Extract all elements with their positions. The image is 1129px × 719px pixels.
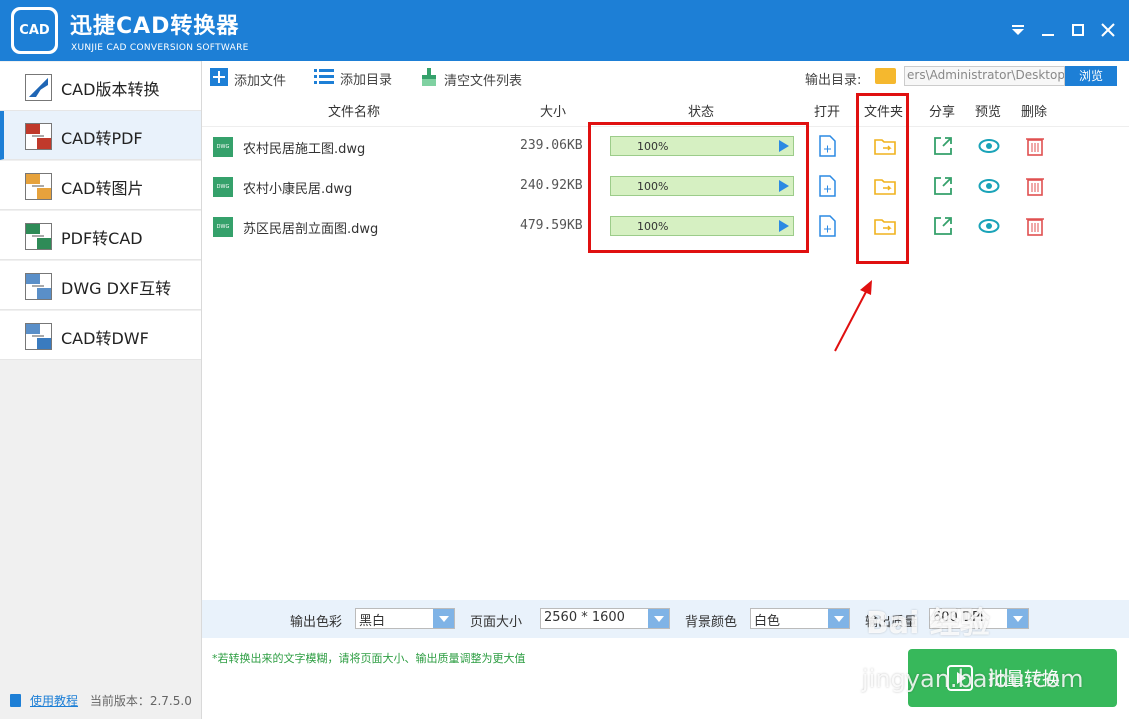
broom-icon bbox=[420, 68, 438, 90]
dwg-file-icon: DWG bbox=[213, 177, 233, 197]
status-highlight-box bbox=[588, 122, 809, 253]
dwg-dxf-icon bbox=[25, 273, 52, 300]
color-value: 黑白 bbox=[359, 614, 386, 629]
dwg-file-icon: DWG bbox=[213, 137, 233, 157]
file-size: 240.92KB bbox=[520, 178, 583, 193]
watermark-url: jingyan.baidu.com bbox=[862, 665, 1084, 693]
hint-text: *若转换出来的文字模糊，请将页面大小、输出质量调整为更大值 bbox=[212, 652, 526, 665]
plus-icon bbox=[210, 68, 228, 90]
chevron-down-icon bbox=[828, 609, 849, 628]
folder-icon[interactable] bbox=[875, 68, 896, 84]
chevron-down-icon bbox=[433, 609, 454, 628]
sidebar-item-cad-version[interactable]: CAD版本转换 bbox=[0, 62, 201, 111]
output-dir-label: 输出目录: bbox=[805, 73, 862, 88]
sidebar-item-pdf-to-cad[interactable]: PDF转CAD bbox=[0, 211, 201, 260]
page-size-value: 2560 * 1600 bbox=[544, 610, 625, 625]
menu-dropdown-icon[interactable] bbox=[1008, 20, 1028, 40]
toolbar: 添加文件 添加目录 清空文件列表 输出目录: ers\Administrator… bbox=[202, 61, 1129, 91]
header-preview: 预览 bbox=[975, 105, 1002, 120]
color-label: 输出色彩 bbox=[290, 615, 343, 630]
preview-eye-icon[interactable] bbox=[978, 135, 1000, 157]
clear-list-button[interactable]: 清空文件列表 bbox=[420, 68, 522, 90]
header-delete: 删除 bbox=[1021, 105, 1048, 120]
header-open: 打开 bbox=[814, 105, 841, 120]
file-name: 农村民居施工图.dwg bbox=[243, 142, 366, 157]
sidebar-item-label: CAD转PDF bbox=[61, 129, 143, 148]
bg-color-label: 背景颜色 bbox=[685, 615, 738, 630]
sidebar-item-cad-to-image[interactable]: CAD转图片 bbox=[0, 161, 201, 210]
sidebar-item-cad-to-dwf[interactable]: CAD转DWF bbox=[0, 311, 201, 360]
header-share: 分享 bbox=[929, 105, 956, 120]
chevron-down-icon bbox=[648, 609, 669, 628]
app-logo: CAD bbox=[11, 7, 58, 54]
file-name: 苏区民居剖立面图.dwg bbox=[243, 222, 379, 237]
sidebar-item-cad-to-pdf[interactable]: CAD转PDF bbox=[0, 111, 201, 160]
dwg-file-icon: DWG bbox=[213, 217, 233, 237]
chevron-down-icon bbox=[1007, 609, 1028, 628]
close-icon[interactable] bbox=[1098, 20, 1118, 40]
tutorial-link[interactable]: 使用教程 bbox=[30, 694, 78, 708]
add-file-button[interactable]: 添加文件 bbox=[210, 68, 286, 90]
maximize-icon[interactable] bbox=[1068, 20, 1088, 40]
cad-to-pdf-icon bbox=[25, 123, 52, 150]
logo-text: CAD bbox=[14, 10, 55, 51]
header-size: 大小 bbox=[540, 105, 567, 120]
output-path-field[interactable]: ers\Administrator\Desktop bbox=[904, 66, 1065, 86]
app-title: 迅捷CAD转换器 bbox=[70, 14, 240, 39]
cad-to-dwf-icon bbox=[25, 323, 52, 350]
open-file-icon[interactable] bbox=[816, 215, 838, 237]
delete-trash-icon[interactable] bbox=[1024, 215, 1046, 237]
minimize-icon[interactable] bbox=[1038, 20, 1058, 40]
share-icon[interactable] bbox=[932, 175, 954, 197]
file-name: 农村小康民居.dwg bbox=[243, 182, 353, 197]
share-icon[interactable] bbox=[932, 215, 954, 237]
add-directory-label: 添加目录 bbox=[340, 72, 393, 88]
page-size-label: 页面大小 bbox=[470, 615, 523, 630]
open-file-icon[interactable] bbox=[816, 135, 838, 157]
sidebar-item-label: PDF转CAD bbox=[61, 229, 143, 248]
bg-color-value: 白色 bbox=[754, 614, 781, 629]
sidebar-item-label: CAD版本转换 bbox=[61, 80, 160, 99]
pdf-to-cad-icon bbox=[25, 223, 52, 250]
title-bar: CAD 迅捷CAD转换器 XUNJIE CAD CONVERSION SOFTW… bbox=[0, 0, 1129, 61]
header-status: 状态 bbox=[688, 105, 715, 120]
file-size: 239.06KB bbox=[520, 138, 583, 153]
sidebar-footer: 使用教程 当前版本：2.7.5.0 bbox=[10, 692, 192, 709]
watermark-logo: Bai 经验 bbox=[866, 606, 990, 641]
cad-to-image-icon bbox=[25, 173, 52, 200]
add-file-label: 添加文件 bbox=[234, 73, 287, 89]
sidebar-item-dwg-dxf[interactable]: DWG DXF互转 bbox=[0, 261, 201, 310]
page-size-select[interactable]: 2560 * 1600 bbox=[540, 608, 670, 629]
preview-eye-icon[interactable] bbox=[978, 175, 1000, 197]
sidebar-item-label: CAD转图片 bbox=[61, 179, 144, 198]
delete-trash-icon[interactable] bbox=[1024, 135, 1046, 157]
clear-list-label: 清空文件列表 bbox=[444, 73, 523, 89]
list-icon bbox=[314, 68, 334, 88]
header-name: 文件名称 bbox=[328, 105, 381, 120]
open-file-icon[interactable] bbox=[816, 175, 838, 197]
preview-eye-icon[interactable] bbox=[978, 215, 1000, 237]
add-directory-button[interactable]: 添加目录 bbox=[314, 68, 392, 88]
browse-button[interactable]: 浏览 bbox=[1065, 66, 1117, 86]
cad-version-icon bbox=[25, 74, 52, 101]
app-subtitle: XUNJIE CAD CONVERSION SOFTWARE bbox=[71, 43, 249, 53]
bg-color-select[interactable]: 白色 bbox=[750, 608, 850, 629]
sidebar-item-label: DWG DXF互转 bbox=[61, 279, 172, 298]
file-size: 479.59KB bbox=[520, 218, 583, 233]
color-select[interactable]: 黑白 bbox=[355, 608, 455, 629]
annotation-arrow-icon bbox=[834, 280, 872, 352]
share-icon[interactable] bbox=[932, 135, 954, 157]
sidebar-item-label: CAD转DWF bbox=[61, 329, 149, 348]
folder-highlight-box bbox=[856, 93, 909, 264]
delete-trash-icon[interactable] bbox=[1024, 175, 1046, 197]
version-text: 当前版本：2.7.5.0 bbox=[89, 694, 192, 708]
